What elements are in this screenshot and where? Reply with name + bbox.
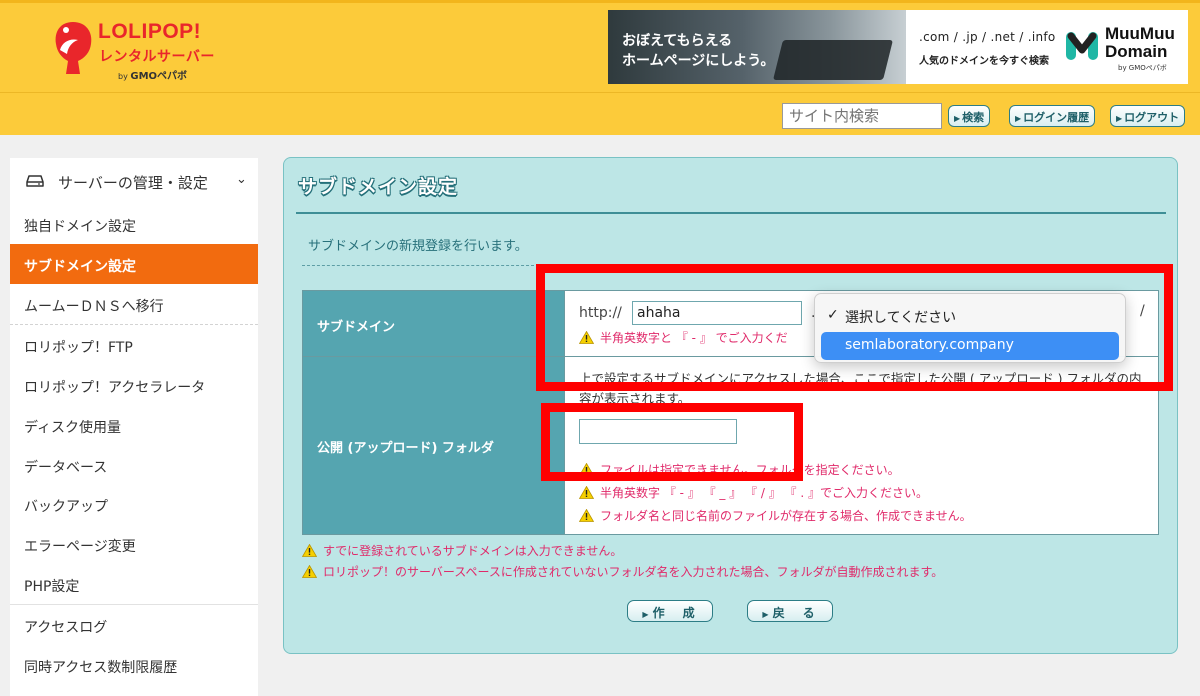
- muumuu-by: by GMOペパボ: [1118, 64, 1167, 72]
- subdomain-label: サブドメイン: [317, 320, 396, 335]
- sidebar-section-label: サーバーの管理・設定: [58, 174, 208, 192]
- site-search-input[interactable]: [782, 103, 942, 129]
- warning-icon: [579, 486, 594, 499]
- logo-by: by GMOペパボ: [118, 71, 188, 82]
- folder-label: 公開 (アップロード) フォルダ: [317, 441, 494, 456]
- header-top-strip: [0, 0, 1200, 3]
- sidebar-item-ftp[interactable]: ロリポップ！FTP: [10, 325, 258, 365]
- sidebar-item-subdomain[interactable]: サブドメイン設定: [10, 244, 258, 284]
- form-label-cell: サブドメイン: [303, 291, 565, 356]
- form-note: すでに登録されているサブドメインは入力できません。: [302, 542, 622, 559]
- form-label-cell: 公開 (アップロード) フォルダ: [303, 357, 565, 534]
- back-button[interactable]: ▶ 戻 る: [747, 600, 833, 622]
- sidebar-item-access-log[interactable]: アクセスログ: [10, 605, 258, 645]
- play-arrow-icon: ▶: [1015, 114, 1022, 123]
- muumuu-logo-icon: [1066, 32, 1098, 60]
- lolipop-mascot-icon: [55, 22, 92, 74]
- sidebar-section-server-settings[interactable]: サーバーの管理・設定 ⌄: [10, 158, 258, 204]
- sidebar-item-error-page[interactable]: エラーページ変更: [10, 524, 258, 564]
- sidebar-item-backup[interactable]: バックアップ: [10, 484, 258, 524]
- chevron-down-icon: ⌄: [236, 172, 247, 187]
- folder-warning: 半角英数字 『 - 』 『 _ 』 『 / 』 『 . 』でご入力ください。: [579, 484, 928, 501]
- sidebar-item-disk-usage[interactable]: ディスク使用量: [10, 405, 258, 445]
- logout-button[interactable]: ▶ ログアウト: [1110, 105, 1186, 127]
- server-icon: [26, 175, 44, 187]
- title-divider: [296, 212, 1166, 214]
- login-history-button[interactable]: ▶ ログイン履歴: [1009, 105, 1096, 127]
- warning-icon: [579, 509, 594, 522]
- sidebar-item-accelerator[interactable]: ロリポップ！アクセラレータ: [10, 365, 258, 405]
- muumuu-brand: MuuMuu Domain: [1105, 24, 1175, 61]
- form-note: ロリポップ！のサーバースペースに作成されていないフォルダ名を入力された場合、フォ…: [302, 563, 943, 580]
- play-arrow-icon: ▶: [954, 114, 961, 123]
- ad-tagline: 人気のドメインを今すぐ検索: [919, 56, 1049, 67]
- warning-icon: [302, 565, 317, 578]
- page-title: サブドメイン設定: [298, 176, 459, 198]
- logo-subtitle: レンタルサーバー: [99, 49, 215, 65]
- play-arrow-icon: ▶: [762, 610, 769, 619]
- ad-banner-homepage[interactable]: おぼえてもらえる ホームページにしよう。: [608, 10, 906, 84]
- laptop-illustration: [773, 40, 893, 80]
- sidebar-item-php-settings[interactable]: PHP設定: [10, 564, 258, 604]
- site-header: LOLIPOP! レンタルサーバー by GMOペパボ おぼえてもらえる ホーム…: [0, 0, 1200, 135]
- create-button[interactable]: ▶ 作 成: [627, 600, 713, 622]
- lolipop-logo[interactable]: LOLIPOP! レンタルサーバー by GMOペパボ: [52, 18, 222, 82]
- ad-left-line1: おぼえてもらえる: [622, 33, 733, 49]
- warning-icon: [302, 544, 317, 557]
- sidebar: サーバーの管理・設定 ⌄ 独自ドメイン設定 サブドメイン設定 ムームーＤＮＳへ移…: [10, 158, 258, 696]
- ad-domains-list: .com / .jp / .net / .info: [919, 30, 1056, 44]
- sidebar-item-muumuu-dns[interactable]: ムームーＤＮＳへ移行: [10, 284, 258, 324]
- sidebar-item-custom-domain[interactable]: 独自ドメイン設定: [10, 204, 258, 244]
- page-description: サブドメインの新規登録を行います。: [308, 239, 528, 254]
- description-divider: [302, 265, 534, 266]
- search-button[interactable]: ▶ 検索: [948, 105, 991, 127]
- play-arrow-icon: ▶: [1116, 114, 1123, 123]
- annotation-highlight-subdomain: [536, 264, 1173, 391]
- ad-banner-muumuu[interactable]: .com / .jp / .net / .info 人気のドメインを今すぐ検索 …: [906, 10, 1188, 84]
- sidebar-item-concurrent-access[interactable]: 同時アクセス数制限履歴: [10, 645, 258, 685]
- folder-warning: フォルダ名と同じ名前のファイルが存在する場合、作成できません。: [579, 507, 972, 524]
- play-arrow-icon: ▶: [642, 610, 649, 619]
- header-divider: [0, 92, 1200, 93]
- logo-name: LOLIPOP!: [98, 20, 202, 43]
- annotation-highlight-folder: [541, 403, 803, 481]
- sidebar-item-database[interactable]: データベース: [10, 445, 258, 485]
- ad-left-line2: ホームページにしよう。: [622, 53, 775, 69]
